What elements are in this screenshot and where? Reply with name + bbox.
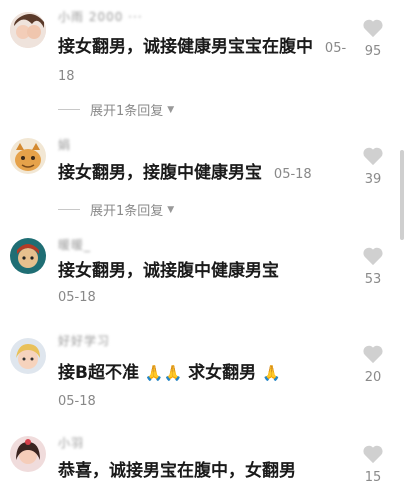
folded-hands-emoji: 🙏🙏 [144, 364, 183, 382]
heart-icon [363, 345, 383, 364]
like-button[interactable]: 95 [358, 18, 388, 59]
expand-replies-label: 展开1条回复 [90, 104, 164, 119]
comment-text: 接B超不准 🙏🙏 求女翻男 🙏 [58, 360, 350, 386]
expand-replies-button[interactable]: 展开1条回复 ▼ [58, 100, 174, 119]
comment-body: 恭喜，诚接男宝在腹中，女翻男 [58, 461, 296, 481]
avatar[interactable] [10, 338, 46, 374]
comment-date: 05-18 [273, 167, 312, 182]
like-count: 95 [364, 44, 382, 59]
comment-text: 接女翻男，诚接腹中健康男宝 [58, 258, 350, 284]
comment-body-part: 求女翻男 [188, 363, 257, 383]
username[interactable]: 好好学习 [58, 332, 110, 349]
expand-replies-button[interactable]: 展开1条回复 ▼ [58, 200, 174, 219]
caret-down-icon: ▼ [167, 104, 175, 115]
avatar[interactable] [10, 12, 46, 48]
comment-text: 接女翻男，诚接健康男宝宝在腹中 05-18 [58, 34, 350, 90]
comment-text: 恭喜，诚接男宝在腹中，女翻男 [58, 458, 350, 484]
avatar[interactable] [10, 138, 46, 174]
avatar[interactable] [10, 238, 46, 274]
divider [58, 209, 80, 210]
like-button[interactable]: 15 [358, 444, 388, 485]
heart-icon [363, 445, 383, 464]
like-count: 20 [364, 370, 382, 385]
username[interactable]: 小羽 [58, 434, 84, 451]
folded-hands-emoji: 🙏 [262, 364, 281, 382]
avatar[interactable] [10, 436, 46, 472]
heart-icon [363, 147, 383, 166]
username[interactable]: 小雨 2000 ··· [58, 8, 143, 25]
caret-down-icon: ▼ [167, 204, 175, 215]
comment-body: 接女翻男，接腹中健康男宝 [58, 163, 262, 183]
heart-icon [363, 247, 383, 266]
like-button[interactable]: 53 [358, 246, 388, 287]
comment-body: 接女翻男，诚接腹中健康男宝 [58, 261, 279, 281]
scrollbar[interactable] [400, 150, 404, 240]
heart-icon [363, 19, 383, 38]
expand-replies-label: 展开1条回复 [90, 204, 164, 219]
like-count: 53 [364, 272, 382, 287]
like-button[interactable]: 39 [358, 146, 388, 187]
comment-body: 接女翻男，诚接健康男宝宝在腹中 [58, 37, 313, 57]
comment-date: 05-18 [58, 394, 96, 409]
like-button[interactable]: 20 [358, 344, 388, 385]
like-count: 39 [364, 172, 382, 187]
divider [58, 109, 80, 110]
like-count: 15 [364, 470, 382, 485]
comment-date: 05-18 [58, 290, 96, 305]
username[interactable]: 娟 [58, 136, 71, 153]
comment-text: 接女翻男，接腹中健康男宝 05-18 [58, 160, 350, 188]
comment-body-part: 接B超不准 [58, 363, 139, 383]
username[interactable]: 暖暖_ [58, 236, 91, 253]
